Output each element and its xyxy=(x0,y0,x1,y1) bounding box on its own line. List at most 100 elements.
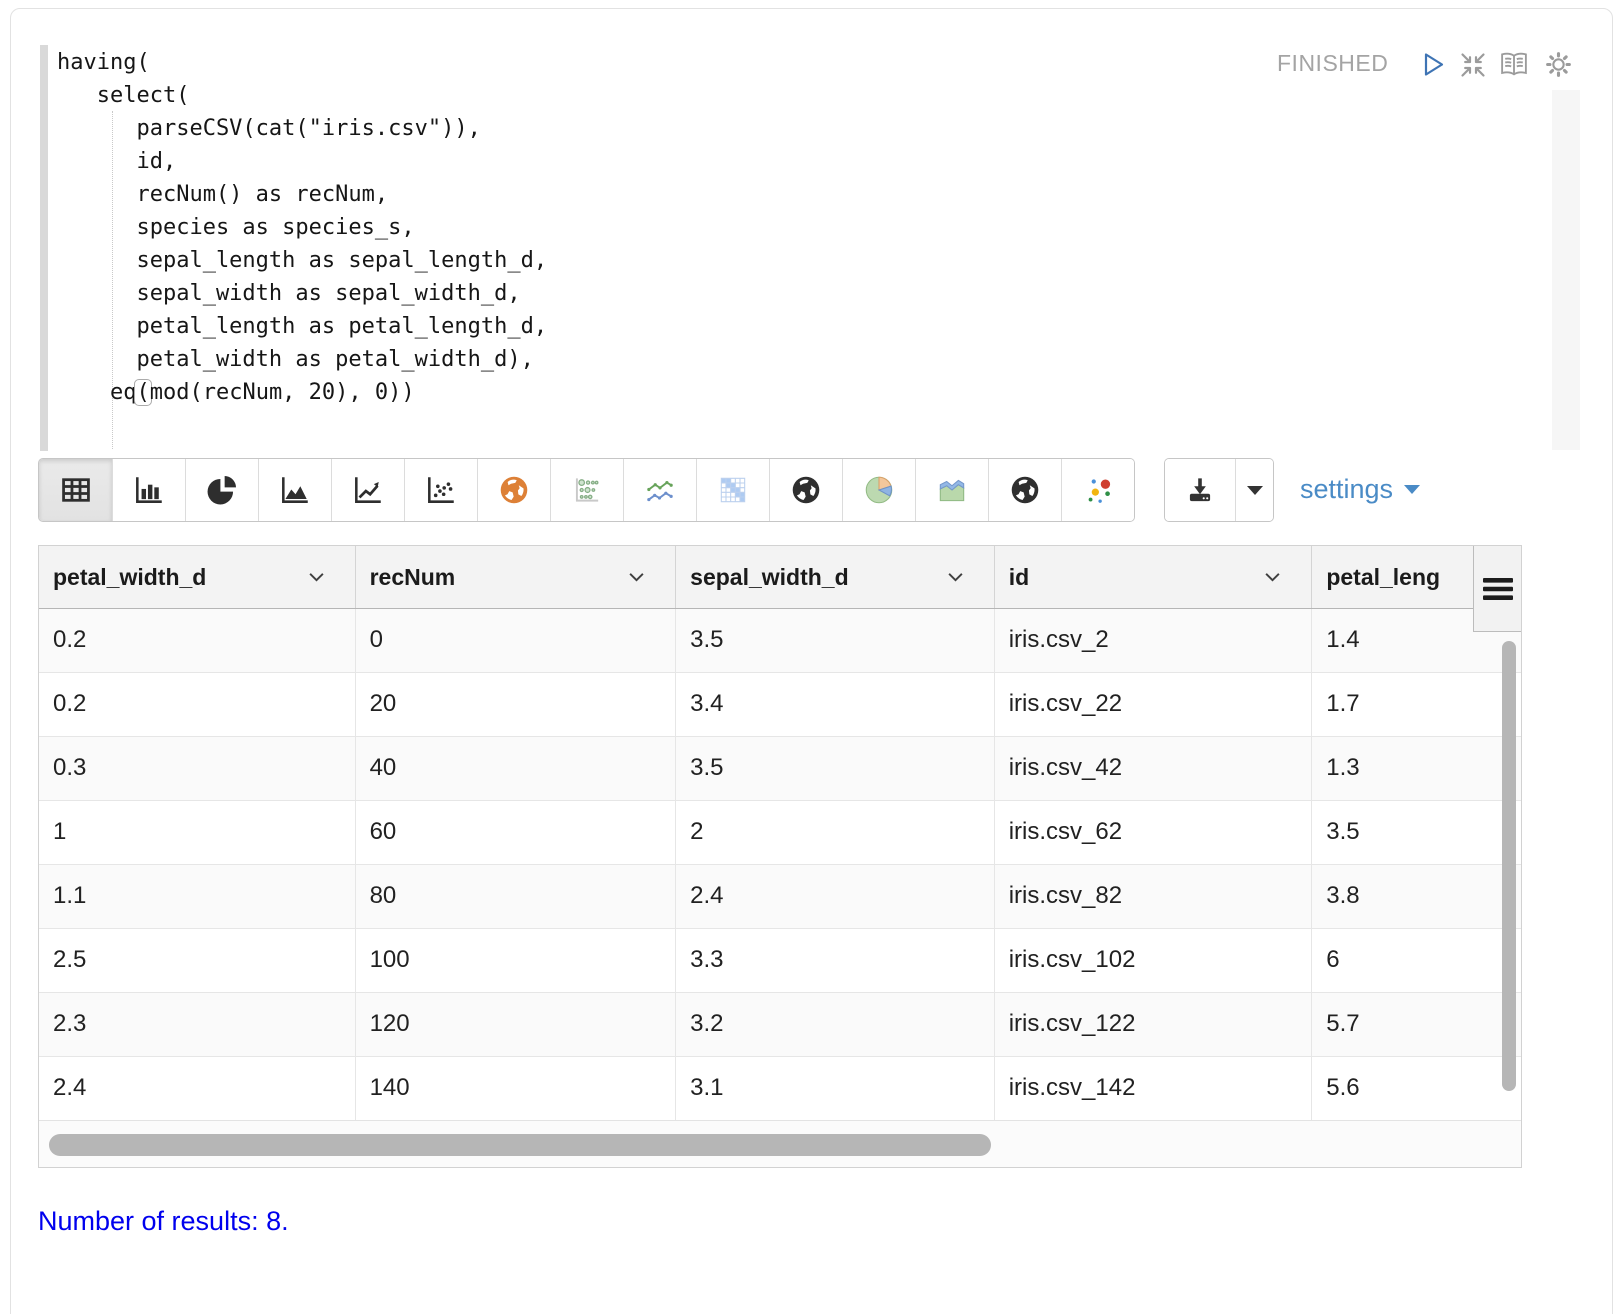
gear-icon[interactable] xyxy=(1543,49,1574,80)
viz-button-area-pastel[interactable] xyxy=(915,459,988,521)
table-row: 2.31203.2iris.csv_1225.7 xyxy=(39,993,1521,1057)
table-cell: 20 xyxy=(356,673,677,736)
table-cell: 5.6 xyxy=(1312,1057,1521,1120)
viz-button-globe-dark[interactable] xyxy=(769,459,842,521)
bubble-matrix-icon xyxy=(570,473,604,507)
table-row: 2.51003.3iris.csv_1026 xyxy=(39,929,1521,993)
settings-label: settings xyxy=(1300,474,1393,505)
table-cell: 1 xyxy=(39,801,356,864)
table-cell: 40 xyxy=(356,737,677,800)
pie-chart-icon xyxy=(205,473,239,507)
area-pastel-icon xyxy=(935,473,969,507)
settings-dropdown[interactable]: settings xyxy=(1300,458,1420,520)
code-line: parseCSV(cat("iris.csv")), xyxy=(57,112,547,145)
viz-button-area-chart[interactable] xyxy=(258,459,331,521)
chevron-down-icon[interactable] xyxy=(947,572,964,583)
column-header-petal_width_d[interactable]: petal_width_d xyxy=(39,546,356,608)
table-row: 0.3403.5iris.csv_421.3 xyxy=(39,737,1521,801)
download-options-button[interactable] xyxy=(1235,459,1273,521)
hamburger-menu-icon xyxy=(1483,578,1513,600)
table-horizontal-scrollbar-track xyxy=(39,1120,1521,1168)
bar-chart-icon xyxy=(132,473,166,507)
table-cell: iris.csv_2 xyxy=(995,609,1313,672)
table-cell: 1.3 xyxy=(1312,737,1521,800)
book-icon[interactable] xyxy=(1497,49,1531,80)
table-row: 2.41403.1iris.csv_1425.6 xyxy=(39,1057,1521,1121)
table-cell: 3.2 xyxy=(676,993,995,1056)
caret-down-icon xyxy=(1404,485,1420,494)
code-line: select( xyxy=(57,79,547,112)
table-cell: 5.7 xyxy=(1312,993,1521,1056)
editor-gutter xyxy=(40,45,48,451)
run-button[interactable] xyxy=(1418,50,1448,80)
table-cell: iris.csv_22 xyxy=(995,673,1313,736)
table-horizontal-scrollbar[interactable] xyxy=(49,1134,991,1156)
collapse-output-icon[interactable] xyxy=(1458,50,1488,80)
table-menu-button[interactable] xyxy=(1473,546,1521,632)
pie-pastel-icon xyxy=(862,473,896,507)
table-cell: 0.2 xyxy=(39,609,356,672)
chevron-down-icon[interactable] xyxy=(628,572,645,583)
table-cell: iris.csv_142 xyxy=(995,1057,1313,1120)
globe-dark-icon xyxy=(789,473,823,507)
code-line: petal_width as petal_width_d), xyxy=(57,343,547,376)
table-cell: 1.1 xyxy=(39,865,356,928)
table-vertical-scrollbar[interactable] xyxy=(1502,641,1516,1091)
table-cell: 140 xyxy=(356,1057,677,1120)
table-row: 0.203.5iris.csv_21.4 xyxy=(39,609,1521,673)
column-header-label: recNum xyxy=(370,564,456,591)
viz-button-line-chart[interactable] xyxy=(331,459,404,521)
viz-button-heatmap[interactable] xyxy=(696,459,769,521)
globe-dark-2-icon xyxy=(1008,473,1042,507)
table-cell: 1.7 xyxy=(1312,673,1521,736)
code-line: having( xyxy=(57,46,547,79)
table-cell: 0.2 xyxy=(39,673,356,736)
table-icon xyxy=(59,473,93,507)
table-cell: 2.5 xyxy=(39,929,356,992)
table-cell: iris.csv_82 xyxy=(995,865,1313,928)
column-header-recNum[interactable]: recNum xyxy=(356,546,677,608)
table-cell: 3.8 xyxy=(1312,865,1521,928)
table-cell: 6 xyxy=(1312,929,1521,992)
line-chart-icon xyxy=(351,473,385,507)
heatmap-icon xyxy=(716,473,750,507)
editor-scrollbar[interactable] xyxy=(1552,90,1580,450)
caret-down-icon xyxy=(1247,486,1263,495)
zeppelin-paragraph: having( select( parseCSV(cat("iris.csv")… xyxy=(0,0,1624,1314)
viz-button-pie-pastel[interactable] xyxy=(842,459,915,521)
viz-button-pie-chart[interactable] xyxy=(185,459,258,521)
viz-button-table[interactable] xyxy=(39,459,112,521)
results-count: Number of results: 8. xyxy=(38,1206,289,1237)
viz-button-bubble-matrix[interactable] xyxy=(550,459,623,521)
table-cell: 3.1 xyxy=(676,1057,995,1120)
table-cell: 80 xyxy=(356,865,677,928)
code-text[interactable]: having( select( parseCSV(cat("iris.csv")… xyxy=(57,46,547,409)
column-header-sepal_width_d[interactable]: sepal_width_d xyxy=(676,546,995,608)
viz-button-scatter-color[interactable] xyxy=(1061,459,1134,521)
scatter-chart-icon xyxy=(424,473,458,507)
chevron-down-icon[interactable] xyxy=(1264,572,1281,583)
table-cell: 2.4 xyxy=(676,865,995,928)
viz-button-globe-dark-2[interactable] xyxy=(988,459,1061,521)
download-button[interactable] xyxy=(1165,459,1235,521)
table-cell: iris.csv_62 xyxy=(995,801,1313,864)
area-chart-icon xyxy=(278,473,312,507)
table-body: 0.203.5iris.csv_21.40.2203.4iris.csv_221… xyxy=(39,609,1521,1121)
table-row: 1.1802.4iris.csv_823.8 xyxy=(39,865,1521,929)
column-header-label: petal_leng xyxy=(1326,564,1440,591)
code-line: species as species_s, xyxy=(57,211,547,244)
map-globe-orange-icon xyxy=(497,473,531,507)
column-header-id[interactable]: id xyxy=(995,546,1313,608)
chevron-down-icon[interactable] xyxy=(308,572,325,583)
viz-button-bar-chart[interactable] xyxy=(112,459,185,521)
table-cell: 0 xyxy=(356,609,677,672)
viz-button-scatter-chart[interactable] xyxy=(404,459,477,521)
table-cell: 3.4 xyxy=(676,673,995,736)
code-line: sepal_width as sepal_width_d, xyxy=(57,277,547,310)
table-cell: 3.3 xyxy=(676,929,995,992)
result-table: petal_width_d recNum sepal_width_did petal_… xyxy=(38,545,1522,1168)
viz-button-map-globe-orange[interactable] xyxy=(477,459,550,521)
table-cell: 0.3 xyxy=(39,737,356,800)
viz-button-multi-line-chart[interactable] xyxy=(623,459,696,521)
table-cell: 3.5 xyxy=(676,737,995,800)
